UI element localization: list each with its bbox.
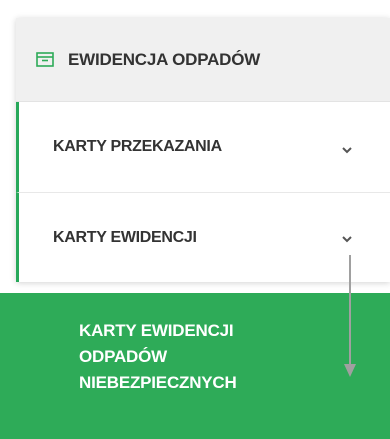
menu-header[interactable]: EWIDENCJA ODPADÓW [16,18,390,102]
menu-item-karty-ewidencji[interactable]: KARTY EWIDENCJI [16,192,390,282]
menu-item-label: KARTY EWIDENCJI [53,228,197,246]
archive-icon [36,52,54,67]
page: EWIDENCJA ODPADÓW KARTY PRZEKAZANIA KART… [0,0,390,439]
menu-header-title: EWIDENCJA ODPADÓW [68,49,261,69]
submenu-item-label: KARTY EWIDENCJI ODPADÓW NIEBEZPIECZNYCH [79,321,237,392]
submenu-item-karty-ewidencji-odpadow-niebezpiecznych[interactable]: KARTY EWIDENCJI ODPADÓW NIEBEZPIECZNYCH [0,293,390,439]
chevron-down-icon[interactable] [341,142,353,154]
chevron-down-icon[interactable] [341,231,353,243]
menu-item-label: KARTY PRZEKAZANIA [53,138,222,155]
menu-item-karty-przekazania[interactable]: KARTY PRZEKAZANIA [16,102,390,192]
waste-records-menu: EWIDENCJA ODPADÓW KARTY PRZEKAZANIA KART… [16,18,390,282]
arrow-down-icon [344,255,356,377]
